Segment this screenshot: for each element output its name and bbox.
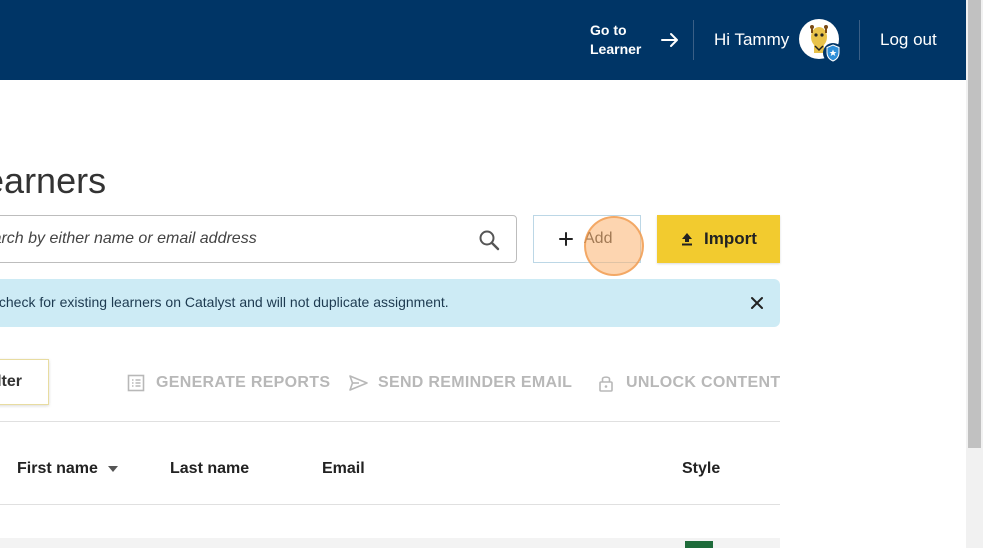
arrow-right-icon — [661, 33, 678, 47]
search-input[interactable] — [0, 216, 453, 262]
column-header-label: Email — [322, 460, 365, 477]
toolbar-divider — [0, 421, 780, 422]
filter-label: Filter — [0, 373, 22, 390]
logout-link[interactable]: Log out — [880, 30, 937, 50]
lock-icon — [599, 376, 613, 392]
go-to-learner-link[interactable]: Go to Learner — [590, 20, 680, 60]
banner-message: Import will check for existing learners … — [0, 294, 449, 310]
go-to-learner-label: Go to Learner — [590, 22, 642, 57]
unlock-content-button[interactable]: UNLOCK CONTENT — [596, 372, 780, 394]
page: Go to Learner Hi Tammy Log out arners Se… — [0, 0, 983, 548]
header-divider — [859, 20, 860, 60]
page-title: Learners — [0, 160, 107, 201]
header-divider — [693, 20, 694, 60]
close-icon[interactable] — [750, 296, 764, 310]
unlock-content-label: UNLOCK CONTENT — [626, 374, 781, 391]
column-header-email[interactable]: Email — [322, 460, 365, 478]
send-reminder-email-label: SEND REMINDER EMAIL — [378, 374, 573, 391]
sort-down-icon — [107, 466, 118, 472]
filter-button[interactable]: Filter — [0, 359, 49, 405]
table-row[interactable] — [0, 538, 780, 548]
column-header-label: First name — [17, 460, 98, 477]
column-header-first-name[interactable]: First name — [17, 460, 118, 478]
user-greeting: Hi Tammy — [714, 30, 790, 49]
column-header-label: Last name — [170, 460, 250, 477]
generate-reports-label: GENERATE REPORTS — [156, 374, 331, 391]
send-reminder-email-button[interactable]: SEND REMINDER EMAIL — [348, 372, 572, 394]
column-header-label: Style — [682, 460, 721, 477]
scrollbar[interactable] — [966, 0, 983, 548]
import-label: Import — [704, 229, 757, 248]
table-header-divider — [0, 504, 780, 505]
search-box — [0, 215, 517, 263]
top-header: Go to Learner Hi Tammy Log out — [0, 0, 966, 80]
generate-reports-button[interactable]: GENERATE REPORTS — [126, 372, 330, 394]
plus-icon — [559, 232, 573, 246]
scrollbar-thumb[interactable] — [968, 0, 981, 448]
info-banner: Import will check for existing learners … — [0, 279, 780, 327]
shield-star-icon — [823, 43, 843, 63]
report-icon — [127, 374, 145, 392]
column-header-last-name[interactable]: Last name — [170, 460, 249, 478]
add-label: Add — [584, 230, 613, 247]
style-indicator — [685, 541, 713, 548]
send-icon — [349, 375, 368, 391]
column-header-style[interactable]: Style — [682, 460, 720, 478]
add-button[interactable]: Add — [533, 215, 641, 263]
upload-icon — [682, 233, 693, 246]
search-icon[interactable] — [478, 229, 500, 251]
import-button[interactable]: Import — [657, 215, 780, 263]
